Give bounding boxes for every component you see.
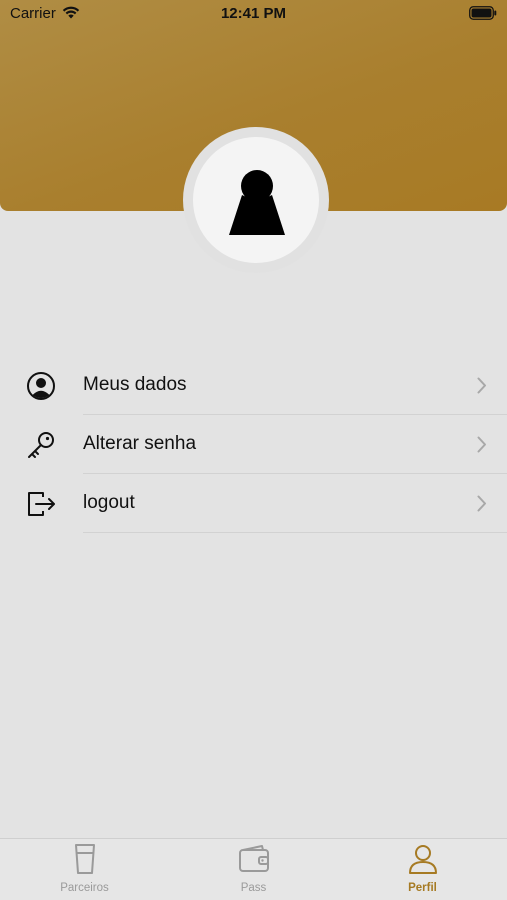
profile-screen: Carrier 12:41 PM Meus dados Alterar senh… (0, 0, 507, 900)
logout-icon (28, 492, 55, 516)
battery-icon (469, 6, 497, 20)
clock-time: 12:41 PM (220, 5, 287, 22)
status-bar: Carrier 12:41 PM (0, 0, 507, 28)
divider (83, 532, 507, 533)
chevron-right-icon (477, 495, 486, 512)
menu-item-label: logout (83, 492, 135, 513)
wallet-icon (238, 845, 269, 872)
tab-bar: Parceiros Pass Perfil (0, 838, 507, 900)
user-circle-icon (27, 372, 55, 400)
tab-label: Perfil (408, 882, 437, 894)
tab-pass[interactable]: Pass (169, 839, 338, 900)
tab-perfil[interactable]: Perfil (338, 839, 507, 900)
menu-item-logout[interactable]: logout (0, 474, 507, 533)
menu-item-label: Meus dados (83, 374, 187, 395)
profile-menu: Meus dados Alterar senha logout (0, 356, 507, 533)
menu-item-meus-dados[interactable]: Meus dados (0, 356, 507, 415)
avatar[interactable] (183, 127, 329, 273)
person-silhouette-icon (229, 170, 285, 235)
chevron-right-icon (477, 377, 486, 394)
tab-label: Pass (240, 882, 267, 894)
tab-parceiros[interactable]: Parceiros (0, 839, 169, 900)
key-icon (28, 432, 54, 458)
avatar-circle (193, 137, 319, 263)
person-icon (408, 845, 437, 874)
tab-label: Parceiros (60, 882, 109, 894)
chevron-right-icon (477, 436, 486, 453)
beer-glass-icon (74, 844, 95, 874)
menu-item-alterar-senha[interactable]: Alterar senha (0, 415, 507, 474)
menu-item-label: Alterar senha (83, 433, 197, 454)
